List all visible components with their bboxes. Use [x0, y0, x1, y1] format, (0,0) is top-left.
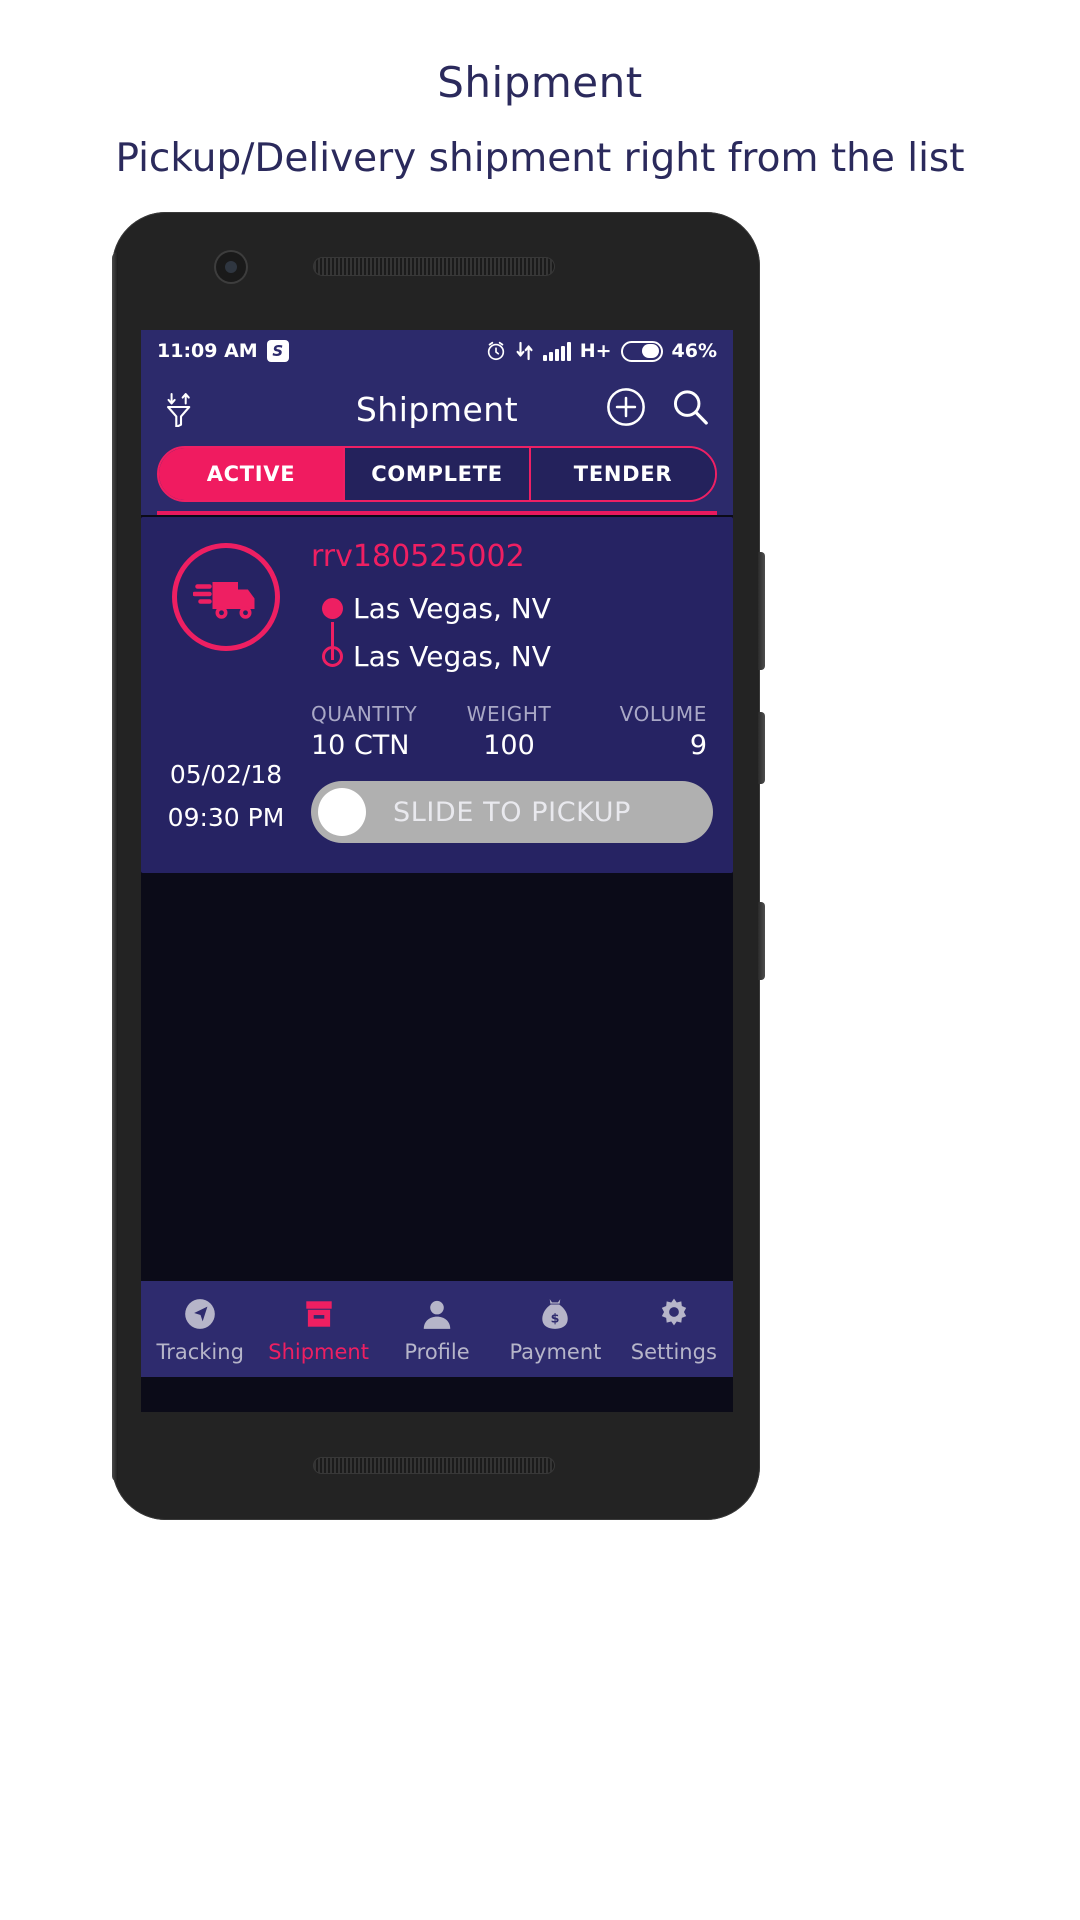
nav-item-settings[interactable]: Settings	[615, 1294, 733, 1364]
metric-volume: VOLUME 9	[575, 702, 707, 761]
svg-text:$: $	[551, 1310, 560, 1325]
tab-complete[interactable]: COMPLETE	[345, 448, 531, 500]
plus-circle-icon[interactable]	[605, 386, 647, 432]
metric-volume-value: 9	[689, 730, 707, 761]
status-time: 11:09 AM	[157, 340, 258, 362]
route-destination-row: Las Vegas, NV	[311, 632, 713, 680]
nav-label-payment: Payment	[509, 1340, 602, 1364]
slide-to-pickup-slider[interactable]: SLIDE TO PICKUP	[311, 781, 713, 843]
battery-percent-label: 46%	[671, 340, 717, 362]
app-notification-icon: S	[266, 340, 289, 362]
shipment-time: 09:30 PM	[167, 803, 285, 832]
person-icon	[419, 1294, 455, 1334]
volume-button[interactable]	[758, 552, 765, 670]
filter-sort-icon[interactable]	[163, 387, 203, 431]
sync-arrows-icon	[516, 341, 534, 361]
nav-item-shipment[interactable]: Shipment	[259, 1294, 377, 1364]
metric-quantity: QUANTITY 10 CTN	[311, 702, 443, 761]
box-icon	[301, 1294, 337, 1334]
shipment-card[interactable]: 05/02/18 09:30 PM rrv180525002 Las Vegas…	[141, 517, 733, 873]
route-origin-row: Las Vegas, NV	[311, 584, 713, 632]
battery-icon	[620, 340, 663, 362]
alarm-icon	[485, 340, 507, 362]
shipment-list[interactable]: 05/02/18 09:30 PM rrv180525002 Las Vegas…	[141, 515, 733, 1281]
nav-label-shipment: Shipment	[268, 1340, 369, 1364]
metric-volume-label: VOLUME	[619, 702, 707, 726]
app-bar: Shipment	[141, 372, 733, 446]
slider-label: SLIDE TO PICKUP	[392, 796, 632, 828]
power-button[interactable]	[758, 712, 765, 784]
tab-active[interactable]: ACTIVE	[159, 448, 345, 500]
device-left-edge	[112, 252, 118, 1482]
front-camera	[216, 252, 246, 282]
phone-device: 11:09 AM S H+ 46% Shipment ACTIVE COMPLE…	[112, 212, 765, 1520]
origin-label: Las Vegas, NV	[353, 591, 551, 625]
metric-weight-label: WEIGHT	[466, 702, 552, 726]
shipment-metrics: QUANTITY 10 CTN WEIGHT 100 VOLUME 9	[311, 702, 713, 761]
signal-bars-icon	[542, 341, 571, 361]
page-title: Shipment	[437, 58, 643, 107]
shipment-card-left: 05/02/18 09:30 PM	[141, 517, 311, 873]
metric-quantity-label: QUANTITY	[311, 702, 418, 726]
route-block: Las Vegas, NV Las Vegas, NV	[311, 584, 713, 680]
gear-icon	[656, 1294, 692, 1334]
destination-dot-icon	[311, 645, 353, 667]
nav-label-settings: Settings	[630, 1340, 717, 1364]
shipment-date: 05/02/18	[169, 760, 283, 789]
earpiece-speaker	[314, 258, 554, 275]
navigation-compass-icon	[182, 1294, 218, 1334]
tab-bar: ACTIVE COMPLETE TENDER	[141, 446, 733, 515]
metric-weight: WEIGHT 100	[443, 702, 575, 761]
phone-screen: 11:09 AM S H+ 46% Shipment ACTIVE COMPLE…	[141, 330, 733, 1412]
destination-label: Las Vegas, NV	[353, 639, 551, 673]
delivery-truck-icon	[172, 543, 280, 651]
shipment-id[interactable]: rrv180525002	[311, 539, 713, 574]
bottom-navigation: Tracking Shipment Profile $ Payment Sett…	[141, 1281, 733, 1377]
nav-item-profile[interactable]: Profile	[378, 1294, 496, 1364]
nav-item-tracking[interactable]: Tracking	[141, 1294, 259, 1364]
shipment-datetime: 05/02/18 09:30 PM	[141, 753, 311, 839]
nav-item-payment[interactable]: $ Payment	[496, 1294, 614, 1364]
search-icon[interactable]	[669, 386, 711, 432]
nav-label-tracking: Tracking	[156, 1340, 244, 1364]
page-subtitle: Pickup/Delivery shipment right from the …	[115, 136, 965, 181]
bottom-speaker	[314, 1458, 554, 1473]
shipment-card-right: rrv180525002 Las Vegas, NV Las Vegas, NV	[311, 517, 733, 873]
money-bag-icon: $	[537, 1294, 573, 1334]
status-bar: 11:09 AM S H+ 46%	[141, 330, 733, 372]
origin-dot-icon	[311, 597, 353, 619]
side-button[interactable]	[758, 902, 765, 980]
metric-quantity-value: 10 CTN	[311, 730, 410, 761]
nav-label-profile: Profile	[404, 1340, 470, 1364]
network-type-label: H+	[579, 340, 612, 362]
tab-tender[interactable]: TENDER	[531, 448, 715, 500]
metric-weight-value: 100	[483, 730, 535, 761]
